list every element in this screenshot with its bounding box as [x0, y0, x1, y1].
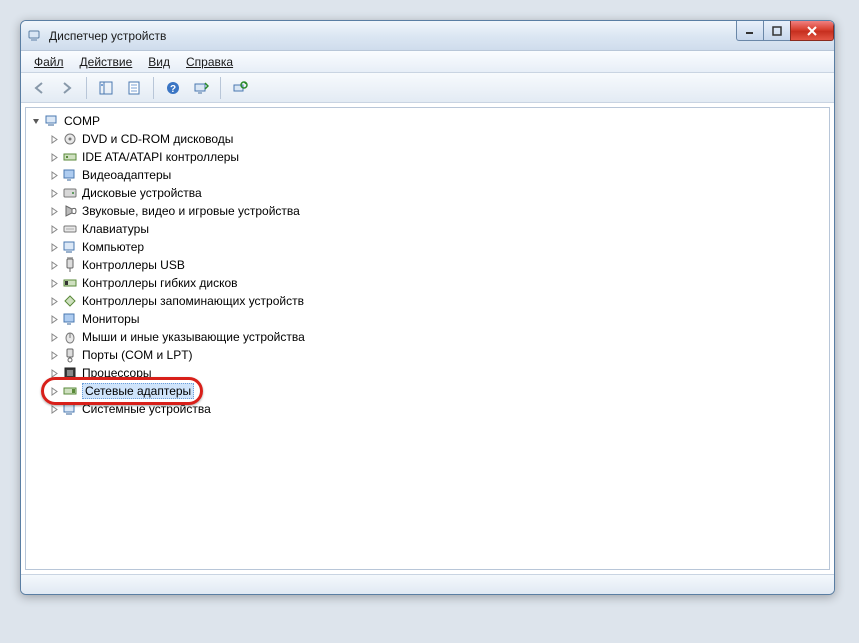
expand-icon[interactable] [48, 223, 60, 235]
expand-icon[interactable] [48, 349, 60, 361]
device-tree-panel[interactable]: COMP DVD и CD-ROM дисководы IDE ATA/ATAPI… [25, 107, 830, 570]
window-title: Диспетчер устройств [49, 29, 166, 43]
sound-icon [62, 203, 78, 219]
tree-node-label: Процессоры [82, 366, 152, 380]
expand-icon[interactable] [48, 259, 60, 271]
display-adapter-icon [62, 167, 78, 183]
tree-node[interactable]: DVD и CD-ROM дисководы [46, 130, 827, 148]
menu-action[interactable]: Действие [73, 53, 140, 71]
expand-icon[interactable] [48, 133, 60, 145]
collapse-icon[interactable] [30, 115, 42, 127]
tree-node[interactable]: Видеоадаптеры [46, 166, 827, 184]
tree-node[interactable]: Дисковые устройства [46, 184, 827, 202]
tree-node[interactable]: Мыши и иные указывающие устройства [46, 328, 827, 346]
expand-icon[interactable] [48, 367, 60, 379]
close-button[interactable] [790, 21, 834, 41]
toolbar-separator [220, 77, 221, 99]
menu-file[interactable]: Файл [27, 53, 71, 71]
back-button[interactable] [27, 76, 51, 100]
tree-node[interactable]: Порты (COM и LPT) [46, 346, 827, 364]
floppy-controller-icon [62, 275, 78, 291]
tree-node[interactable]: Контроллеры запоминающих устройств [46, 292, 827, 310]
statusbar [21, 574, 834, 594]
tree-node[interactable]: Системные устройства [46, 400, 827, 418]
tree-node[interactable]: Сетевые адаптеры [46, 382, 827, 400]
tree-node-label: Клавиатуры [82, 222, 149, 236]
tree-node[interactable]: Клавиатуры [46, 220, 827, 238]
tree-node-label: DVD и CD-ROM дисководы [82, 132, 233, 146]
tree-node-label: Контроллеры гибких дисков [82, 276, 238, 290]
device-manager-window: Диспетчер устройств Файл Действие Вид Сп… [20, 20, 835, 595]
tree-node-label: Дисковые устройства [82, 186, 202, 200]
tree-node-label: Системные устройства [82, 402, 211, 416]
usb-icon [62, 257, 78, 273]
tree-node-label: Компьютер [82, 240, 144, 254]
tree-node[interactable]: Контроллеры USB [46, 256, 827, 274]
update-driver-button[interactable] [228, 76, 252, 100]
expand-icon[interactable] [48, 403, 60, 415]
forward-button[interactable] [55, 76, 79, 100]
properties-button[interactable] [122, 76, 146, 100]
tree-node-label: Звуковые, видео и игровые устройства [82, 204, 300, 218]
tree-node-label: Мониторы [82, 312, 139, 326]
tree-node-label: Контроллеры запоминающих устройств [82, 294, 304, 308]
computer-icon [62, 239, 78, 255]
expand-icon[interactable] [48, 169, 60, 181]
storage-controller-icon [62, 293, 78, 309]
titlebar: Диспетчер устройств [21, 21, 834, 51]
tree-node-label: Порты (COM и LPT) [82, 348, 193, 362]
expand-icon[interactable] [48, 187, 60, 199]
expand-icon[interactable] [48, 277, 60, 289]
tree-node[interactable]: Компьютер [46, 238, 827, 256]
tree-node[interactable]: Звуковые, видео и игровые устройства [46, 202, 827, 220]
keyboard-icon [62, 221, 78, 237]
expand-icon[interactable] [48, 295, 60, 307]
tree-node-label: Видеоадаптеры [82, 168, 171, 182]
tree-root-node[interactable]: COMP [28, 112, 827, 130]
maximize-button[interactable] [763, 21, 791, 41]
tree-node-label: Мыши и иные указывающие устройства [82, 330, 305, 344]
disc-icon [62, 131, 78, 147]
monitor-icon [62, 311, 78, 327]
tree-node[interactable]: IDE ATA/ATAPI контроллеры [46, 148, 827, 166]
window-controls [737, 21, 834, 41]
show-hide-tree-button[interactable] [94, 76, 118, 100]
tree-node-label: Контроллеры USB [82, 258, 185, 272]
expand-icon[interactable] [48, 385, 60, 397]
network-adapter-icon [62, 383, 78, 399]
tree-node-label: IDE ATA/ATAPI контроллеры [82, 150, 239, 164]
svg-text:?: ? [170, 84, 176, 95]
expand-icon[interactable] [48, 241, 60, 253]
toolbar-separator [153, 77, 154, 99]
cpu-icon [62, 365, 78, 381]
computer-icon [44, 113, 60, 129]
tree-node[interactable]: Контроллеры гибких дисков [46, 274, 827, 292]
expand-icon[interactable] [48, 331, 60, 343]
disk-icon [62, 185, 78, 201]
menu-help[interactable]: Справка [179, 53, 240, 71]
port-icon [62, 347, 78, 363]
tree-node[interactable]: Процессоры [46, 364, 827, 382]
tree-node-label: Сетевые адаптеры [82, 383, 194, 399]
tree-node-label: COMP [64, 114, 100, 128]
expand-icon[interactable] [48, 205, 60, 217]
tree-node[interactable]: Мониторы [46, 310, 827, 328]
system-device-icon [62, 401, 78, 417]
minimize-button[interactable] [736, 21, 764, 41]
mouse-icon [62, 329, 78, 345]
controller-icon [62, 149, 78, 165]
help-button[interactable]: ? [161, 76, 185, 100]
menubar: Файл Действие Вид Справка [21, 51, 834, 73]
scan-hardware-button[interactable] [189, 76, 213, 100]
expand-icon[interactable] [48, 313, 60, 325]
toolbar: ? [21, 73, 834, 103]
toolbar-separator [86, 77, 87, 99]
expand-icon[interactable] [48, 151, 60, 163]
app-icon [27, 28, 43, 44]
menu-view[interactable]: Вид [141, 53, 177, 71]
